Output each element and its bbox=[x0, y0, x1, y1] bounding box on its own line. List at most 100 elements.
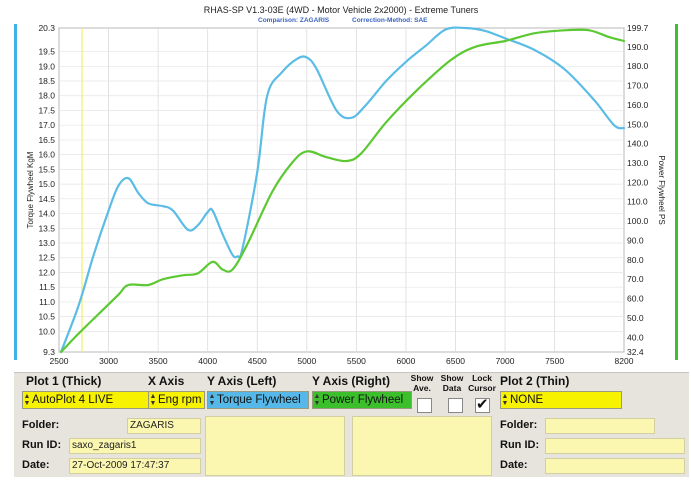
x-tick-label: 7000 bbox=[496, 356, 515, 366]
plot1-select[interactable]: ▲ ▼ AutoPlot 4 LIVE bbox=[22, 391, 160, 409]
y-left-tick-label: 13.0 bbox=[38, 238, 55, 248]
plot1-header: Plot 1 (Thick) bbox=[26, 374, 102, 388]
y-axis-left-label: Torque Flywheel KgM bbox=[26, 151, 35, 228]
plot2-date-field[interactable] bbox=[545, 458, 685, 474]
spinner-icon: ▲ ▼ bbox=[149, 392, 157, 407]
y-right-tick-label: 32.4 bbox=[627, 347, 644, 357]
x-tick-label: 4000 bbox=[198, 356, 217, 366]
plot2-notes-box[interactable] bbox=[352, 416, 492, 476]
x-tick-label: 6000 bbox=[396, 356, 415, 366]
y-left-tick-label: 12.5 bbox=[38, 253, 55, 263]
plot-frame bbox=[58, 27, 625, 353]
y-right-tick-label: 50.0 bbox=[627, 313, 644, 323]
y-right-tick-label: 90.0 bbox=[627, 235, 644, 245]
y-left-tick-label: 16.5 bbox=[38, 135, 55, 145]
spinner-icon: ▲ ▼ bbox=[23, 392, 31, 407]
y-axis-right-label: Power Flywheel PS bbox=[657, 155, 666, 224]
y-right-tick-label: 150.0 bbox=[627, 119, 649, 129]
x-tick-label: 3000 bbox=[99, 356, 118, 366]
x-tick-label: 6500 bbox=[446, 356, 465, 366]
y-right-tick-label: 110.0 bbox=[627, 197, 648, 207]
plot1-date-label: Date: bbox=[22, 459, 50, 471]
y-axis-left-select[interactable]: ▲ ▼ Torque Flywheel bbox=[207, 391, 309, 409]
lock-cursor-header: Lock Cursor bbox=[468, 373, 496, 393]
chart-title: RHAS-SP V1.3-03E (4WD - Motor Vehicle 2x… bbox=[204, 5, 479, 15]
x-axis-header: X Axis bbox=[148, 374, 185, 388]
y-left-tick-label: 13.5 bbox=[38, 223, 55, 233]
y-axis-right-select-value: Power Flywheel bbox=[322, 394, 404, 406]
y-left-tick-label: 17.5 bbox=[38, 105, 55, 115]
y-left-tick-label: 16.0 bbox=[38, 150, 55, 160]
correction-method-label: Correction-Method: SAE bbox=[352, 17, 428, 24]
y-right-tick-label: 70.0 bbox=[627, 274, 644, 284]
show-ave-checkbox[interactable] bbox=[417, 398, 432, 413]
spinner-icon: ▲ ▼ bbox=[501, 392, 509, 407]
y-right-tick-label: 120.0 bbox=[627, 177, 649, 187]
show-data-checkbox[interactable] bbox=[448, 398, 463, 413]
spinner-icon: ▲ ▼ bbox=[313, 392, 321, 407]
plot2-header: Plot 2 (Thin) bbox=[500, 374, 570, 388]
y-left-tick-label: 17.0 bbox=[38, 120, 55, 130]
x-tick-label: 5000 bbox=[297, 356, 316, 366]
x-tick-label: 3500 bbox=[149, 356, 168, 366]
plot1-select-value: AutoPlot 4 LIVE bbox=[32, 394, 114, 406]
y-left-tick-label: 15.0 bbox=[38, 179, 55, 189]
x-tick-label: 5500 bbox=[347, 356, 366, 366]
dyno-chart-svg: 2500 3000 3500 4000 4500 5000 5500 6000 6500 7000… bbox=[14, 5, 678, 366]
y-left-tick-label: 11.0 bbox=[39, 297, 55, 307]
y-right-tick-label: 100.0 bbox=[627, 216, 649, 226]
y-left-tick-label: 14.5 bbox=[38, 194, 55, 204]
spinner-icon: ▲ ▼ bbox=[208, 392, 216, 407]
x-axis-select-value: Eng rpm bbox=[158, 394, 202, 406]
plot2-run-id-field[interactable] bbox=[545, 438, 685, 454]
y-axis-left-select-value: Torque Flywheel bbox=[217, 394, 301, 406]
plot1-date-field[interactable]: 27-Oct-2009 17:47:37 bbox=[69, 458, 201, 474]
plot1-folder-field[interactable]: ZAGARIS bbox=[127, 418, 201, 434]
y-left-tick-label: 14.0 bbox=[38, 209, 55, 219]
plot1-run-id-label: Run ID: bbox=[22, 439, 62, 451]
lock-cursor-checkbox[interactable] bbox=[475, 395, 490, 413]
y-right-tick-label: 80.0 bbox=[627, 255, 644, 265]
plot2-date-label: Date: bbox=[500, 459, 528, 471]
y-right-tick-label: 60.0 bbox=[627, 294, 644, 304]
y-right-tick-label: 170.0 bbox=[627, 81, 649, 91]
right-axis-color-bar bbox=[675, 24, 678, 360]
y-right-tick-label: 40.0 bbox=[627, 332, 644, 342]
y-left-tick-label: 19.5 bbox=[38, 47, 55, 57]
x-tick-label: 8200 bbox=[615, 356, 634, 366]
y-right-tick-label: 160.0 bbox=[627, 100, 649, 110]
x-tick-label: 4500 bbox=[248, 356, 267, 366]
y-left-tick-label: 20.3 bbox=[38, 23, 55, 33]
x-tick-label: 2500 bbox=[50, 356, 69, 366]
plot2-folder-label: Folder: bbox=[500, 419, 538, 431]
y-right-tick-label: 140.0 bbox=[627, 139, 649, 149]
dyno-chart: 2500 3000 3500 4000 4500 5000 5500 6000 6500 7000… bbox=[0, 0, 691, 372]
plot2-run-id-label: Run ID: bbox=[500, 439, 540, 451]
y-axis-right-header: Y Axis (Right) bbox=[312, 374, 391, 388]
plot1-run-id-field[interactable]: saxo_zagaris1 bbox=[69, 438, 201, 454]
y-axis-right-select[interactable]: ▲ ▼ Power Flywheel bbox=[312, 391, 412, 409]
y-axis-left-header: Y Axis (Left) bbox=[207, 374, 277, 388]
y-left-tick-label: 12.0 bbox=[38, 267, 55, 277]
y-left-tick-label: 19.0 bbox=[38, 61, 55, 71]
y-right-tick-label: 130.0 bbox=[627, 158, 649, 168]
plot2-select[interactable]: ▲ ▼ NONE bbox=[500, 391, 622, 409]
control-panel: Plot 1 (Thick) X Axis Y Axis (Left) Y Ax… bbox=[14, 372, 689, 477]
y-left-tick-label: 15.5 bbox=[38, 164, 55, 174]
y-left-tick-label: 10.5 bbox=[38, 312, 55, 322]
left-axis-color-bar bbox=[14, 24, 17, 360]
x-axis-select[interactable]: ▲ ▼ Eng rpm bbox=[148, 391, 205, 409]
x-tick-label: 7500 bbox=[545, 356, 564, 366]
plot1-folder-label: Folder: bbox=[22, 419, 60, 431]
comparison-label: Comparison: ZAGARIS bbox=[258, 17, 330, 24]
show-ave-header: Show Ave. bbox=[410, 373, 434, 393]
plot2-select-value: NONE bbox=[510, 394, 544, 406]
y-right-tick-label: 199.7 bbox=[627, 23, 649, 33]
y-right-tick-label: 190.0 bbox=[627, 42, 649, 52]
y-right-tick-label: 180.0 bbox=[627, 61, 649, 71]
y-left-tick-label: 11.5 bbox=[39, 282, 55, 292]
y-left-tick-label: 10.0 bbox=[38, 326, 55, 336]
plot1-notes-box[interactable] bbox=[205, 416, 345, 476]
y-left-tick-label: 18.5 bbox=[38, 76, 55, 86]
plot2-folder-field[interactable] bbox=[545, 418, 655, 434]
